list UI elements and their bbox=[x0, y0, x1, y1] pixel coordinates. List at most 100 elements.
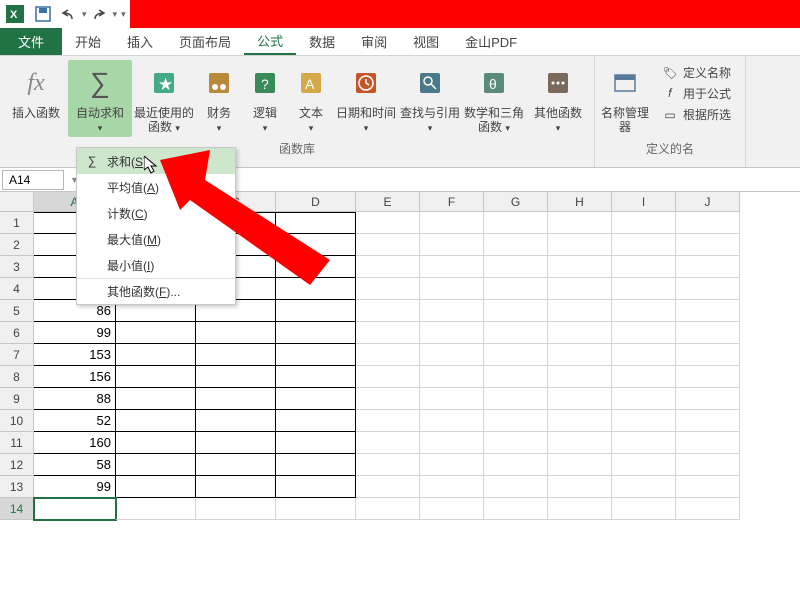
redo-icon[interactable] bbox=[89, 3, 111, 25]
cell[interactable] bbox=[356, 344, 420, 366]
cell[interactable] bbox=[276, 432, 356, 454]
cell[interactable] bbox=[116, 432, 196, 454]
financial-button[interactable]: 财务▾ bbox=[196, 60, 242, 137]
col-header-H[interactable]: H bbox=[548, 192, 612, 212]
cell[interactable] bbox=[196, 344, 276, 366]
cell[interactable] bbox=[548, 476, 612, 498]
cell[interactable] bbox=[676, 256, 740, 278]
cell[interactable] bbox=[276, 388, 356, 410]
cell[interactable] bbox=[276, 278, 356, 300]
cell[interactable] bbox=[356, 410, 420, 432]
autosum-button[interactable]: ∑ 自动求和▾ bbox=[68, 60, 132, 137]
cell[interactable] bbox=[116, 410, 196, 432]
row-header[interactable]: 2 bbox=[0, 234, 34, 256]
cell[interactable] bbox=[484, 212, 548, 234]
row-header[interactable]: 3 bbox=[0, 256, 34, 278]
col-header-G[interactable]: G bbox=[484, 192, 548, 212]
cell[interactable] bbox=[356, 234, 420, 256]
cell[interactable] bbox=[676, 388, 740, 410]
cell[interactable] bbox=[196, 410, 276, 432]
cell[interactable] bbox=[484, 498, 548, 520]
cell[interactable] bbox=[484, 388, 548, 410]
cell[interactable] bbox=[548, 300, 612, 322]
cell[interactable] bbox=[116, 454, 196, 476]
cell[interactable] bbox=[34, 498, 116, 520]
cell[interactable] bbox=[676, 278, 740, 300]
cell[interactable] bbox=[276, 498, 356, 520]
tab-data[interactable]: 数据 bbox=[296, 28, 348, 55]
cell[interactable] bbox=[676, 344, 740, 366]
cell[interactable] bbox=[276, 476, 356, 498]
tab-insert[interactable]: 插入 bbox=[114, 28, 166, 55]
cell[interactable] bbox=[484, 278, 548, 300]
recent-functions-button[interactable]: ★ 最近使用的函数 ▾ bbox=[132, 60, 196, 137]
cell[interactable] bbox=[116, 366, 196, 388]
col-header-I[interactable]: I bbox=[612, 192, 676, 212]
cell[interactable] bbox=[420, 388, 484, 410]
tab-file[interactable]: 文件 bbox=[0, 28, 62, 55]
row-header[interactable]: 10 bbox=[0, 410, 34, 432]
more-functions-button[interactable]: 其他函数▾ bbox=[526, 60, 590, 137]
cell[interactable] bbox=[276, 454, 356, 476]
mathtrig-button[interactable]: θ 数学和三角函数 ▾ bbox=[462, 60, 526, 137]
cell[interactable] bbox=[612, 322, 676, 344]
cell[interactable] bbox=[676, 300, 740, 322]
dropdown-average[interactable]: 平均值(A) bbox=[77, 174, 235, 200]
cell[interactable] bbox=[276, 300, 356, 322]
cell[interactable] bbox=[196, 498, 276, 520]
cell[interactable] bbox=[612, 344, 676, 366]
cell[interactable] bbox=[676, 410, 740, 432]
cell[interactable] bbox=[196, 432, 276, 454]
cell[interactable] bbox=[420, 410, 484, 432]
cell[interactable] bbox=[484, 454, 548, 476]
cell[interactable] bbox=[548, 432, 612, 454]
cell[interactable] bbox=[612, 212, 676, 234]
dropdown-min[interactable]: 最小值(I) bbox=[77, 252, 235, 278]
row-header[interactable]: 13 bbox=[0, 476, 34, 498]
cell[interactable] bbox=[676, 322, 740, 344]
cell[interactable] bbox=[612, 366, 676, 388]
cell[interactable] bbox=[548, 212, 612, 234]
dropdown-sum[interactable]: ∑ 求和(S) bbox=[77, 148, 235, 174]
row-header[interactable]: 5 bbox=[0, 300, 34, 322]
cell[interactable] bbox=[196, 322, 276, 344]
cell[interactable] bbox=[276, 366, 356, 388]
cell[interactable] bbox=[356, 278, 420, 300]
tab-view[interactable]: 视图 bbox=[400, 28, 452, 55]
cell[interactable] bbox=[484, 234, 548, 256]
cell[interactable] bbox=[676, 454, 740, 476]
row-header[interactable]: 12 bbox=[0, 454, 34, 476]
text-button[interactable]: A 文本▾ bbox=[288, 60, 334, 137]
cell[interactable]: 99 bbox=[34, 322, 116, 344]
cell[interactable] bbox=[196, 476, 276, 498]
cell[interactable] bbox=[548, 278, 612, 300]
cell[interactable] bbox=[356, 300, 420, 322]
cell[interactable]: 99 bbox=[34, 476, 116, 498]
qat-customize-icon[interactable]: ▾ bbox=[117, 9, 130, 20]
cell[interactable] bbox=[612, 278, 676, 300]
cell[interactable] bbox=[116, 344, 196, 366]
cell[interactable] bbox=[548, 498, 612, 520]
insert-function-button[interactable]: fx 插入函数 bbox=[4, 60, 68, 137]
dropdown-max[interactable]: 最大值(M) bbox=[77, 226, 235, 252]
cell[interactable] bbox=[484, 344, 548, 366]
save-icon[interactable] bbox=[32, 3, 54, 25]
tab-layout[interactable]: 页面布局 bbox=[166, 28, 244, 55]
row-header[interactable]: 1 bbox=[0, 212, 34, 234]
col-header-F[interactable]: F bbox=[420, 192, 484, 212]
cell[interactable] bbox=[356, 432, 420, 454]
cell[interactable] bbox=[676, 212, 740, 234]
cell[interactable] bbox=[612, 234, 676, 256]
cell[interactable] bbox=[276, 322, 356, 344]
row-header[interactable]: 11 bbox=[0, 432, 34, 454]
cell[interactable] bbox=[548, 366, 612, 388]
cell[interactable] bbox=[420, 256, 484, 278]
cell[interactable] bbox=[548, 410, 612, 432]
cell[interactable] bbox=[484, 410, 548, 432]
cell[interactable] bbox=[612, 256, 676, 278]
row-header[interactable]: 7 bbox=[0, 344, 34, 366]
cell[interactable] bbox=[676, 432, 740, 454]
cell[interactable] bbox=[196, 366, 276, 388]
cell[interactable] bbox=[356, 366, 420, 388]
cell[interactable] bbox=[356, 212, 420, 234]
